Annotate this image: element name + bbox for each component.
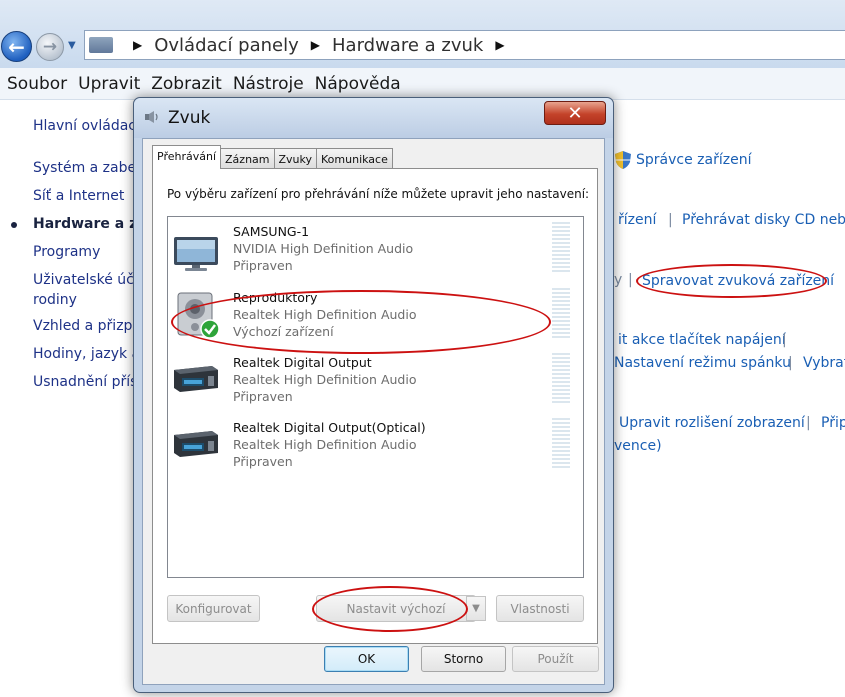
back-button[interactable]: ← xyxy=(1,31,32,62)
level-meter xyxy=(552,353,570,405)
breadcrumb-control-panel[interactable]: Ovládací panely xyxy=(154,35,299,56)
breadcrumb-separator-icon[interactable]: ▶ xyxy=(311,38,320,52)
menu-file[interactable]: Soubor xyxy=(7,74,67,94)
menu-edit[interactable]: Upravit xyxy=(78,74,140,94)
tab-playback[interactable]: Přehrávání xyxy=(152,145,222,169)
tab-sounds[interactable]: Zvuky xyxy=(273,148,318,169)
device-status: Připraven xyxy=(233,389,293,404)
level-meter xyxy=(552,418,570,470)
screen-resolution-link[interactable]: Upravit rozlišení zobrazení xyxy=(619,415,805,431)
breadcrumb-hardware-sound[interactable]: Hardware a zvuk xyxy=(332,35,483,56)
device-driver: NVIDIA High Definition Audio xyxy=(233,241,414,256)
device-status: Výchozí zařízení xyxy=(233,324,334,339)
level-meter xyxy=(552,288,570,340)
breadcrumb-separator-icon[interactable]: ▶ xyxy=(133,38,142,52)
presence-link-partial[interactable]: vence) xyxy=(614,438,662,454)
shield-icon xyxy=(615,151,631,169)
device-status: Připraven xyxy=(233,454,293,469)
link-divider: | xyxy=(788,355,793,371)
digital-output-icon xyxy=(174,431,218,457)
nav-user-accounts[interactable]: Uživatelské účt xyxy=(33,272,139,288)
forward-button[interactable]: → xyxy=(36,33,64,61)
close-button[interactable]: ✕ xyxy=(544,101,606,125)
nav-ease-of-access[interactable]: Usnadnění příst xyxy=(33,374,143,390)
speaker-icon xyxy=(145,111,158,123)
menu-help[interactable]: Nápověda xyxy=(315,74,401,94)
nav-system-security[interactable]: Systém a zabez xyxy=(33,160,143,176)
nav-hardware-sound[interactable]: Hardware a zv xyxy=(33,216,146,232)
device-list[interactable]: SAMSUNG-1 NVIDIA High Definition Audio P… xyxy=(167,216,584,578)
control-panel-icon xyxy=(89,37,113,53)
cancel-button[interactable]: Storno xyxy=(421,646,506,672)
sound-dialog: Zvuk ✕ Přehrávání Záznam Zvuky Komunikac… xyxy=(133,97,614,693)
speaker-default-icon xyxy=(177,292,220,339)
device-status: Připraven xyxy=(233,258,293,273)
properties-button[interactable]: Vlastnosti xyxy=(496,595,584,622)
list-item[interactable]: SAMSUNG-1 NVIDIA High Definition Audio P… xyxy=(168,217,583,279)
link-divider: | xyxy=(782,332,787,348)
left-navigation: Hlavní ovládac Systém a zabez Síť a Inte… xyxy=(0,100,146,400)
device-driver: Realtek High Definition Audio xyxy=(233,372,417,387)
instruction-text: Po výběru zařízení pro přehrávání níže m… xyxy=(167,187,590,201)
apply-button[interactable]: Použít xyxy=(512,646,599,672)
manage-audio-devices-link[interactable]: Spravovat zvuková zařízení xyxy=(642,273,834,289)
configure-button[interactable]: Konfigurovat xyxy=(167,595,260,622)
menu-tools[interactable]: Nástroje xyxy=(233,74,304,94)
nav-user-accounts-cont[interactable]: rodiny xyxy=(33,292,77,308)
ok-button[interactable]: OK xyxy=(324,646,409,672)
nav-appearance[interactable]: Vzhled a přizpů xyxy=(33,318,141,334)
list-item[interactable]: Realtek Digital Output(Optical) Realtek … xyxy=(168,413,583,475)
dialog-title: Zvuk xyxy=(168,108,211,128)
select-link-partial[interactable]: Vybrat xyxy=(803,355,845,371)
link-divider: | xyxy=(668,212,673,228)
nav-clock-language[interactable]: Hodiny, jazyk a xyxy=(33,346,140,362)
tab-recording[interactable]: Záznam xyxy=(220,148,275,169)
play-cd-link[interactable]: Přehrávat disky CD nebo xyxy=(682,212,845,228)
menu-view[interactable]: Zobrazit xyxy=(151,74,222,94)
nav-home[interactable]: Hlavní ovládac xyxy=(33,118,136,134)
set-default-dropdown-icon[interactable]: ▼ xyxy=(466,596,486,621)
device-name: Realtek Digital Output xyxy=(233,355,372,370)
monitor-icon xyxy=(174,237,218,271)
device-name: SAMSUNG-1 xyxy=(233,224,310,239)
address-box[interactable]: ▶ Ovládací panely ▶ Hardware a zvuk ▶ xyxy=(84,30,845,60)
device-name: Realtek Digital Output(Optical) xyxy=(233,420,426,435)
devices-link-partial[interactable]: řízení xyxy=(618,212,656,228)
sleep-mode-link[interactable]: Nastavení režimu spánku xyxy=(614,355,791,371)
address-bar-area: ← → ▼ ▶ Ovládací panely ▶ Hardware a zvu… xyxy=(0,0,845,68)
active-bullet xyxy=(11,222,17,228)
dialog-body: Přehrávání Záznam Zvuky Komunikace Po vý… xyxy=(142,138,605,685)
device-manager-link[interactable]: Správce zařízení xyxy=(636,152,751,168)
breadcrumb-separator-icon[interactable]: ▶ xyxy=(495,38,504,52)
link-divider: | xyxy=(628,272,633,288)
nav-network-internet[interactable]: Síť a Internet xyxy=(33,188,124,204)
power-buttons-link[interactable]: it akce tlačítek napájení xyxy=(618,332,786,348)
device-driver: Realtek High Definition Audio xyxy=(233,307,417,322)
link-divider: | xyxy=(806,415,811,431)
nav-programs[interactable]: Programy xyxy=(33,244,100,260)
device-driver: Realtek High Definition Audio xyxy=(233,437,417,452)
list-item[interactable]: Reproduktory Realtek High Definition Aud… xyxy=(168,283,583,345)
set-default-button[interactable]: Nastavit výchozí xyxy=(316,595,476,622)
menu-bar: Soubor Upravit Zobrazit Nástroje Nápověd… xyxy=(0,68,845,100)
tab-strip: Přehrávání Záznam Zvuky Komunikace xyxy=(152,145,393,169)
dialog-titlebar[interactable]: Zvuk ✕ xyxy=(134,98,613,138)
link-divider: y xyxy=(614,272,623,288)
device-name: Reproduktory xyxy=(233,290,318,305)
list-item[interactable]: Realtek Digital Output Realtek High Defi… xyxy=(168,348,583,410)
digital-output-icon xyxy=(174,366,218,392)
playback-panel: Po výběru zařízení pro přehrávání níže m… xyxy=(152,168,598,644)
history-dropdown-icon[interactable]: ▼ xyxy=(68,40,76,51)
level-meter xyxy=(552,222,570,274)
tab-communications[interactable]: Komunikace xyxy=(316,148,393,169)
connect-link-partial[interactable]: Přip xyxy=(821,415,845,431)
